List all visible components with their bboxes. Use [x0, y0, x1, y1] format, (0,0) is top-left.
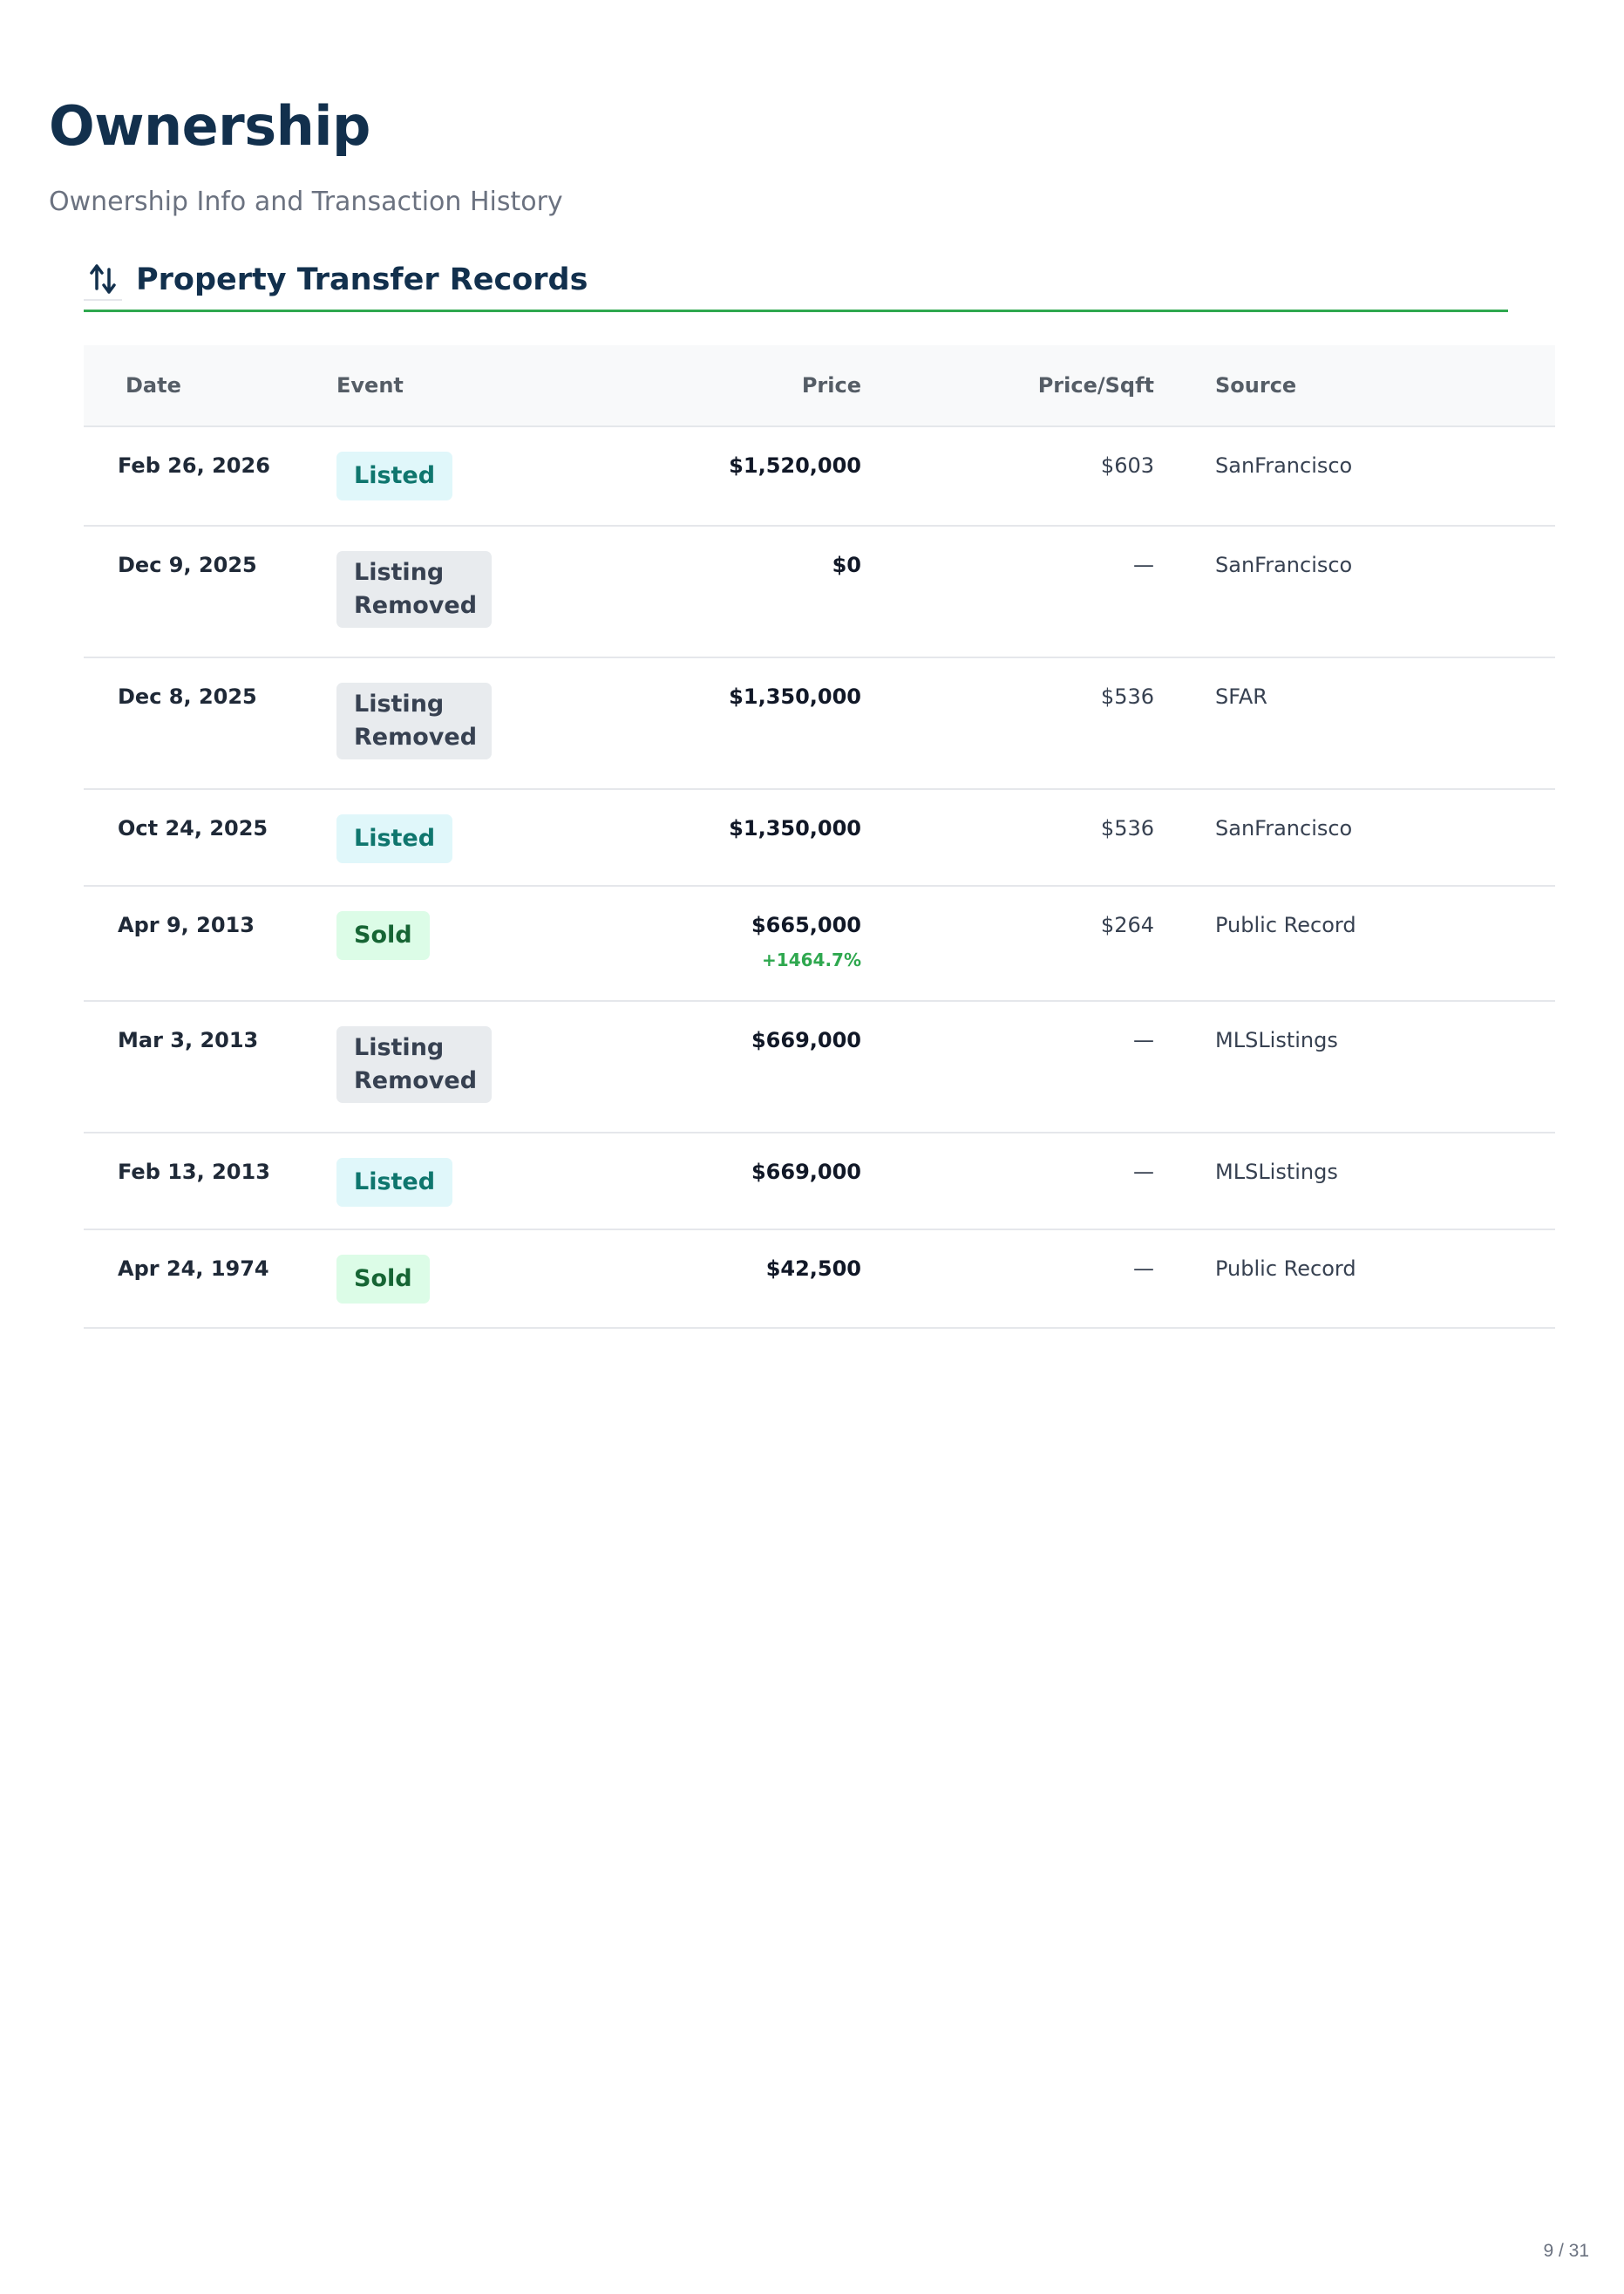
- cell-price-sqft: $264: [1100, 913, 1154, 937]
- cell-price: $42,500: [766, 1256, 861, 1281]
- cell-price: $1,350,000: [729, 816, 861, 841]
- price-value: $1,350,000: [729, 816, 861, 841]
- cell-date: Oct 24, 2025: [118, 816, 268, 841]
- cell-price: $1,520,000: [729, 453, 861, 478]
- page-subtitle: Ownership Info and Transaction History: [49, 187, 563, 217]
- table-body: Feb 26, 2026 Listed $1,520,000 $603 SanFranc…: [84, 427, 1555, 1329]
- cell-event: Listing Removed: [336, 683, 492, 759]
- cell-event: Listed: [336, 452, 453, 500]
- event-badge: Listed: [336, 452, 453, 500]
- header-date: Date: [126, 373, 181, 398]
- cell-source: MLSListings: [1215, 1160, 1338, 1184]
- cell-price: $0: [832, 553, 861, 577]
- price-value: $669,000: [751, 1160, 861, 1184]
- cell-event: Listing Removed: [336, 551, 492, 628]
- table-row: Feb 26, 2026 Listed $1,520,000 $603 SanFranc…: [84, 427, 1555, 527]
- cell-source: SFAR: [1215, 684, 1267, 709]
- cell-date: Dec 8, 2025: [118, 684, 257, 709]
- cell-price-sqft: —: [1133, 1160, 1154, 1184]
- transfer-records-table: Date Event Price Price/Sqft Source Feb 2…: [84, 345, 1555, 1329]
- cell-date: Dec 9, 2025: [118, 553, 257, 577]
- cell-price: $1,350,000: [729, 684, 861, 709]
- cell-price-sqft: $536: [1100, 816, 1154, 841]
- table-row: Oct 24, 2025 Listed $1,350,000 $536 SanFranc…: [84, 790, 1555, 887]
- cell-price-sqft: $536: [1100, 684, 1154, 709]
- page-number: 9 / 31: [1543, 2241, 1589, 2261]
- page-title: Ownership: [49, 94, 370, 158]
- cell-price-sqft: —: [1133, 553, 1154, 577]
- table-header: Date Event Price Price/Sqft Source: [84, 345, 1555, 427]
- table-row: Feb 13, 2013 Listed $669,000 — MLSListings: [84, 1133, 1555, 1230]
- header-source: Source: [1215, 373, 1297, 398]
- event-badge: Sold: [336, 1255, 430, 1304]
- price-value: $665,000: [751, 913, 861, 937]
- section-header: Property Transfer Records: [84, 249, 1508, 312]
- table-row: Apr 9, 2013 Sold $665,000 +1464.7% $264 Publi…: [84, 887, 1555, 1002]
- cell-price-sqft: —: [1133, 1256, 1154, 1281]
- table-row: Mar 3, 2013 Listing Removed $669,000 — MLSLi…: [84, 1002, 1555, 1133]
- price-value: $1,350,000: [729, 684, 861, 709]
- header-price-sqft: Price/Sqft: [1037, 373, 1154, 398]
- cell-event: Listed: [336, 814, 453, 863]
- cell-date: Apr 24, 1974: [118, 1256, 269, 1281]
- event-badge: Listing Removed: [336, 683, 492, 759]
- cell-price: $669,000: [751, 1160, 861, 1184]
- event-badge: Listed: [336, 1158, 453, 1207]
- cell-source: SanFrancisco: [1215, 553, 1353, 577]
- price-change: +1464.7%: [762, 950, 861, 970]
- cell-event: Listed: [336, 1158, 453, 1207]
- table-row: Dec 8, 2025 Listing Removed $1,350,000 $536…: [84, 658, 1555, 790]
- price-value: $669,000: [751, 1028, 861, 1052]
- price-value: $42,500: [765, 1256, 861, 1281]
- cell-source: Public Record: [1215, 913, 1356, 937]
- cell-date: Feb 26, 2026: [118, 453, 270, 478]
- price-value: $1,520,000: [729, 453, 861, 478]
- cell-source: MLSListings: [1215, 1028, 1338, 1052]
- cell-source: Public Record: [1215, 1256, 1356, 1281]
- cell-date: Mar 3, 2013: [118, 1028, 259, 1052]
- event-badge: Listing Removed: [336, 1026, 492, 1103]
- cell-price: $669,000: [751, 1028, 861, 1052]
- transfer-arrows-icon: [84, 259, 122, 301]
- cell-price: $665,000 +1464.7%: [751, 913, 861, 970]
- price-value: $0: [832, 553, 861, 577]
- cell-event: Sold: [336, 911, 430, 960]
- cell-price-sqft: $603: [1100, 453, 1154, 478]
- cell-source: SanFrancisco: [1215, 816, 1353, 841]
- header-event: Event: [336, 373, 404, 398]
- section-title: Property Transfer Records: [136, 262, 588, 297]
- cell-event: Listing Removed: [336, 1026, 492, 1103]
- table-row: Apr 24, 1974 Sold $42,500 — Public Record: [84, 1230, 1555, 1329]
- event-badge: Listed: [336, 814, 453, 863]
- header-price: Price: [801, 373, 861, 398]
- cell-date: Feb 13, 2013: [118, 1160, 270, 1184]
- cell-price-sqft: —: [1133, 1028, 1154, 1052]
- event-badge: Listing Removed: [336, 551, 492, 628]
- cell-event: Sold: [336, 1255, 430, 1304]
- table-row: Dec 9, 2025 Listing Removed $0 — SanFrancisc…: [84, 527, 1555, 658]
- event-badge: Sold: [336, 911, 430, 960]
- cell-date: Apr 9, 2013: [118, 913, 255, 937]
- cell-source: SanFrancisco: [1215, 453, 1353, 478]
